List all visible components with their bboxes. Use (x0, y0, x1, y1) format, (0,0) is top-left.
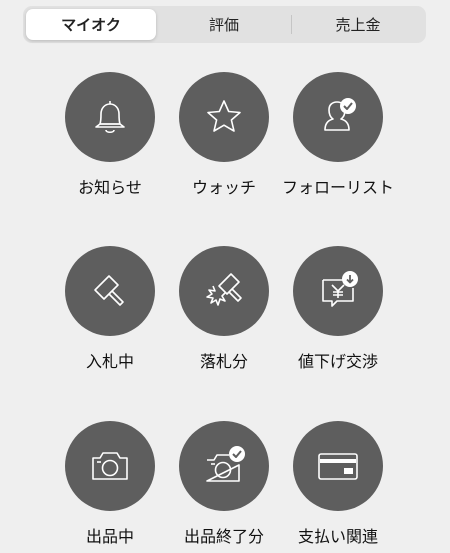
menu-item-price-negotiation[interactable]: 値下げ交渉 (281, 246, 395, 376)
menu-item-follow-list[interactable]: フォローリスト (281, 72, 395, 202)
tab-divider (291, 15, 292, 34)
tab-rating[interactable]: 評価 (159, 9, 289, 40)
menu-item-circle (293, 72, 383, 162)
menu-item-circle (179, 72, 269, 162)
menu-item-listing-ended[interactable]: 出品終了分 (167, 421, 281, 551)
segmented-control: マイオク 評価 売上金 (23, 6, 426, 43)
tab-my-auction[interactable]: マイオク (26, 9, 156, 40)
credit-card-icon (313, 441, 363, 491)
follow-user-icon (313, 92, 363, 142)
menu-item-listing[interactable]: 出品中 (53, 421, 167, 551)
price-negotiation-icon (313, 266, 363, 316)
menu-item-circle (179, 421, 269, 511)
bell-icon (87, 94, 133, 140)
tab-sales-proceeds[interactable]: 売上金 (293, 9, 423, 40)
menu-item-label: 値下げ交渉 (297, 352, 378, 371)
menu-item-notifications[interactable]: お知らせ (53, 72, 167, 202)
menu-item-payments[interactable]: 支払い関連 (281, 421, 395, 551)
menu-item-circle (65, 246, 155, 336)
camera-check-icon (199, 441, 249, 491)
menu-item-won[interactable]: 落札分 (167, 246, 281, 376)
camera-icon (85, 441, 135, 491)
menu-item-label: フォローリスト (281, 178, 394, 197)
menu-item-circle (65, 421, 155, 511)
gavel-won-icon (199, 266, 249, 316)
star-icon (201, 94, 247, 140)
menu-item-bidding[interactable]: 入札中 (53, 246, 167, 376)
menu-item-circle (65, 72, 155, 162)
menu-item-circle (293, 421, 383, 511)
menu-item-circle (179, 246, 269, 336)
menu-item-circle (293, 246, 383, 336)
menu-item-watch[interactable]: ウォッチ (167, 72, 281, 202)
menu-item-label: 支払い関連 (297, 527, 378, 546)
gavel-icon (85, 266, 135, 316)
